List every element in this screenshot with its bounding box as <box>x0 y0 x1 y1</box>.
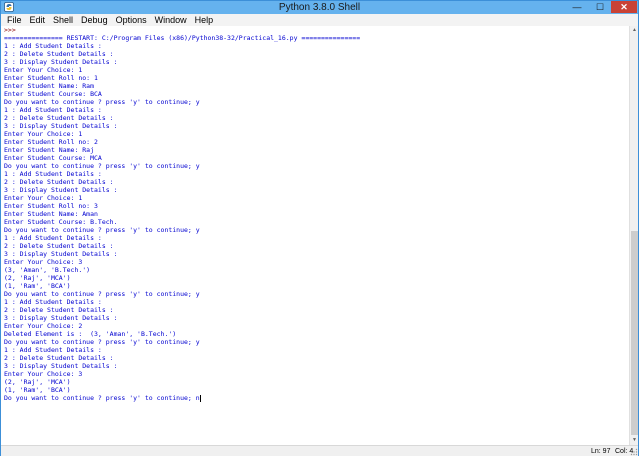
menu-options[interactable]: Options <box>112 14 151 26</box>
scroll-up-arrow-icon[interactable]: ▲ <box>630 26 639 35</box>
console-line: Enter Student Roll no: 3 <box>4 202 98 210</box>
maximize-button[interactable]: ☐ <box>589 1 611 13</box>
console-line: 1 : Add Student Details : <box>4 298 102 306</box>
console-line: 2 : Delete Student Details : <box>4 306 114 314</box>
console-line: (2, 'Raj', 'MCA') <box>4 378 71 386</box>
console-line: 1 : Add Student Details : <box>4 106 102 114</box>
console-line: 2 : Delete Student Details : <box>4 50 114 58</box>
title-bar[interactable]: Python 3.8.0 Shell — ☐ ✕ <box>1 1 638 14</box>
console-line: Enter Student Course: B.Tech. <box>4 218 118 226</box>
resize-grip-icon[interactable] <box>630 448 638 456</box>
console-line: Do you want to continue ? press 'y' to c… <box>4 394 201 402</box>
status-bar: Ln: 97 Col: 4 <box>1 445 638 456</box>
console-line: Enter Your Choice: 3 <box>4 370 83 378</box>
menu-file[interactable]: File <box>3 14 26 26</box>
menu-shell[interactable]: Shell <box>49 14 77 26</box>
status-line-number: Ln: 97 <box>591 448 611 455</box>
minimize-button[interactable]: — <box>566 1 588 13</box>
console-line: Do you want to continue ? press 'y' to c… <box>4 98 200 106</box>
menu-bar: File Edit Shell Debug Options Window Hel… <box>1 14 638 26</box>
console-line: Enter Student Course: BCA <box>4 90 102 98</box>
console-line: Deleted Element is : (3, 'Aman', 'B.Tech… <box>4 330 177 338</box>
shell-prompt: >>> <box>4 26 20 34</box>
console-line: Enter Student Name: Ram <box>4 82 95 90</box>
console-line: Enter Your Choice: 2 <box>4 322 83 330</box>
console-line: Enter Student Roll no: 2 <box>4 138 98 146</box>
vertical-scrollbar[interactable]: ▲ ▼ <box>629 26 638 445</box>
console-line: Enter Student Name: Aman <box>4 210 98 218</box>
console-line: (2, 'Raj', 'MCA') <box>4 274 71 282</box>
console-line: 2 : Delete Student Details : <box>4 354 114 362</box>
console-line: 2 : Delete Student Details : <box>4 178 114 186</box>
scrollbar-thumb[interactable] <box>631 231 638 435</box>
idle-shell-window: Python 3.8.0 Shell — ☐ ✕ File Edit Shell… <box>0 0 639 456</box>
text-cursor <box>199 394 201 402</box>
console-line: 3 : Display Student Details : <box>4 362 118 370</box>
console-line: Enter Student Name: Raj <box>4 146 95 154</box>
console-line: 3 : Display Student Details : <box>4 58 118 66</box>
console-line: 3 : Display Student Details : <box>4 314 118 322</box>
console-line: Do you want to continue ? press 'y' to c… <box>4 290 200 298</box>
console-line: 2 : Delete Student Details : <box>4 114 114 122</box>
console-line: Enter Your Choice: 3 <box>4 258 83 266</box>
menu-edit[interactable]: Edit <box>26 14 50 26</box>
console-line: Enter Your Choice: 1 <box>4 194 83 202</box>
console-line: (1, 'Ram', 'BCA') <box>4 386 71 394</box>
console-line: Do you want to continue ? press 'y' to c… <box>4 162 200 170</box>
menu-window[interactable]: Window <box>151 14 191 26</box>
console-line: 2 : Delete Student Details : <box>4 242 114 250</box>
console-line: Enter Student Course: MCA <box>4 154 102 162</box>
console-line: 3 : Display Student Details : <box>4 186 118 194</box>
shell-text-area[interactable]: >>> =============== RESTART: C:/Program … <box>1 26 629 445</box>
console-line: 1 : Add Student Details : <box>4 234 102 242</box>
console-line: 3 : Display Student Details : <box>4 122 118 130</box>
console-line: Enter Your Choice: 1 <box>4 130 83 138</box>
console-line: Do you want to continue ? press 'y' to c… <box>4 226 200 234</box>
console-line: 1 : Add Student Details : <box>4 170 102 178</box>
restart-banner: =============== RESTART: C:/Program File… <box>4 34 361 42</box>
console-line: Do you want to continue ? press 'y' to c… <box>4 338 200 346</box>
console-line: 1 : Add Student Details : <box>4 42 102 50</box>
menu-debug[interactable]: Debug <box>77 14 112 26</box>
console-line: (3, 'Aman', 'B.Tech.') <box>4 266 91 274</box>
window-title: Python 3.8.0 Shell <box>278 2 361 13</box>
console-line: 3 : Display Student Details : <box>4 250 118 258</box>
console-line: 1 : Add Student Details : <box>4 346 102 354</box>
console-line: Enter Your Choice: 1 <box>4 66 83 74</box>
console-line: Enter Student Roll no: 1 <box>4 74 98 82</box>
scroll-down-arrow-icon[interactable]: ▼ <box>630 436 639 445</box>
menu-help[interactable]: Help <box>191 14 218 26</box>
close-button[interactable]: ✕ <box>611 1 637 13</box>
console-line: (1, 'Ram', 'BCA') <box>4 282 71 290</box>
